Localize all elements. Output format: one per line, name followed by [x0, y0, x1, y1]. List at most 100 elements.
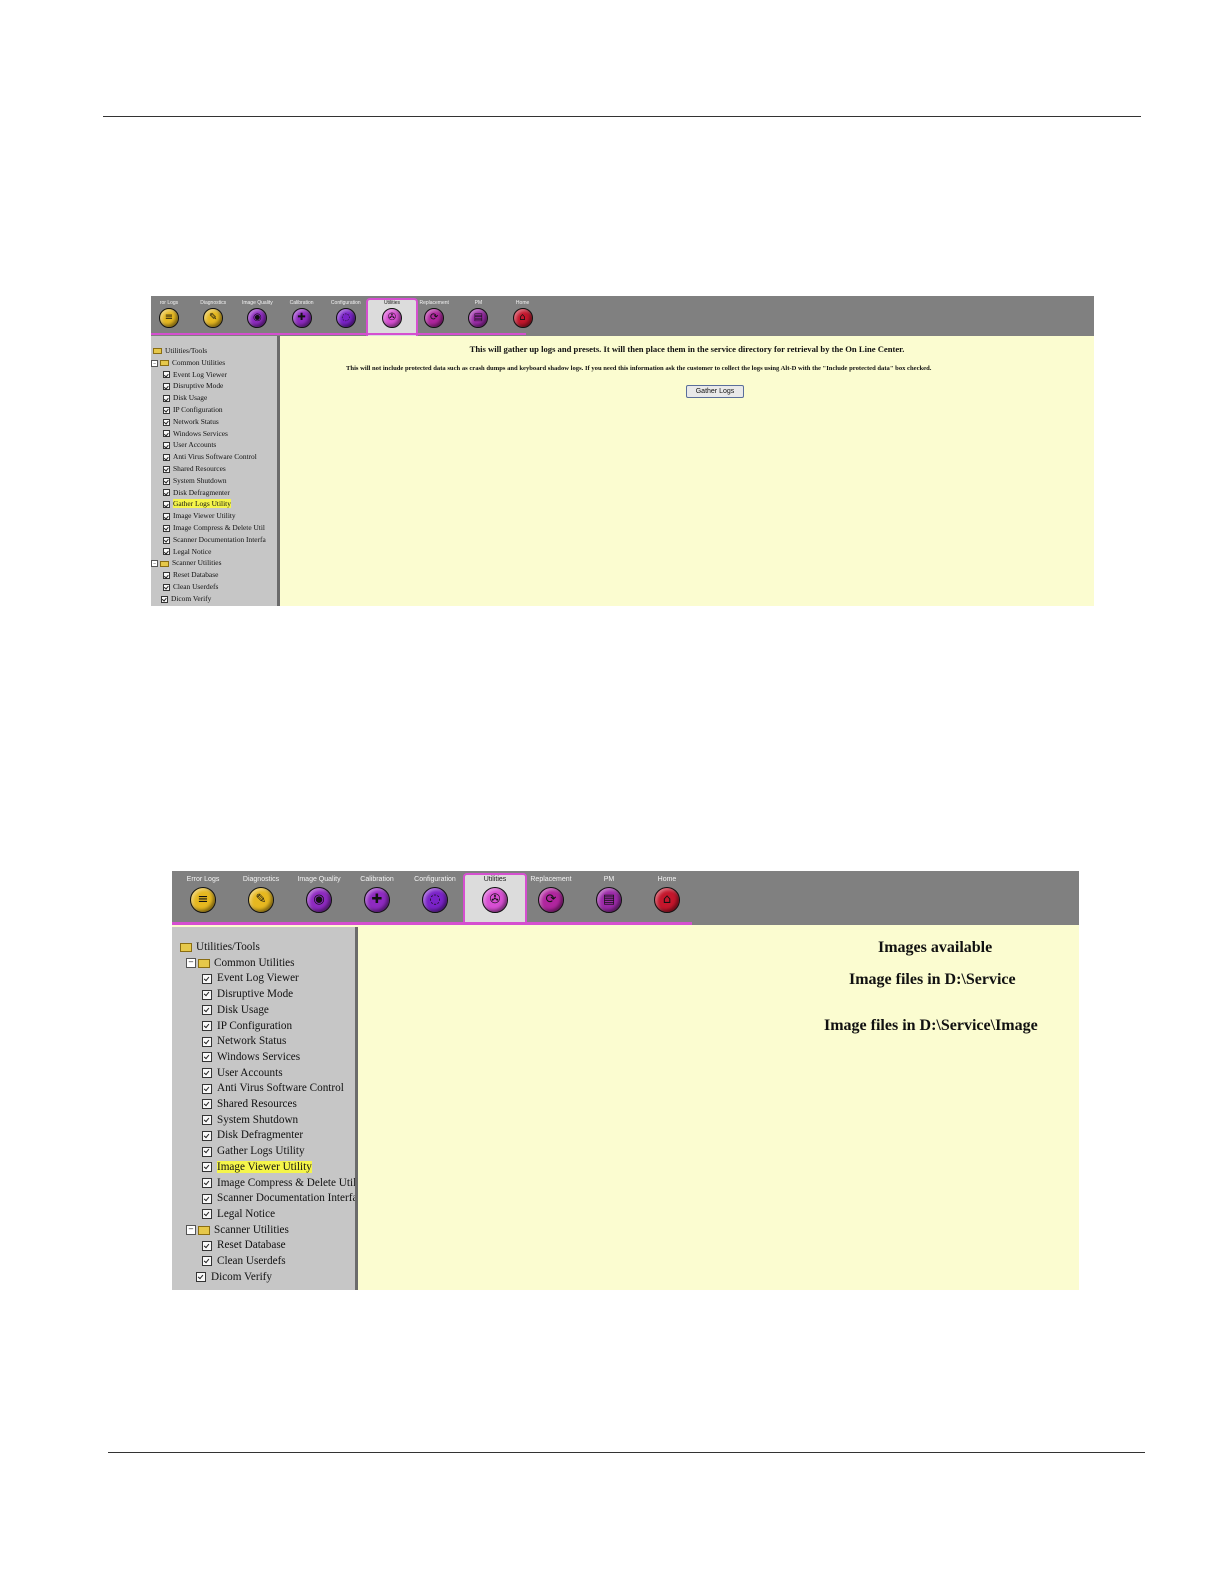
- tree-item-shared-resources[interactable]: Shared Resources: [202, 1098, 297, 1111]
- tab-pm[interactable]: PM ▤: [458, 300, 498, 334]
- tree-item-gather-logs-utility[interactable]: Gather Logs Utility: [202, 1145, 305, 1158]
- tab-calibration[interactable]: Calibration ✚: [351, 875, 403, 921]
- configuration-icon: ◌: [335, 308, 356, 328]
- tree-item-disk-usage[interactable]: Disk Usage: [202, 1004, 269, 1017]
- checkbox-icon: [202, 1083, 212, 1094]
- tab-label: Image Quality: [241, 300, 273, 306]
- checkbox-icon: [202, 1052, 212, 1063]
- tree-item-user-accounts[interactable]: User Accounts: [163, 440, 216, 449]
- tree-item-network-status[interactable]: Network Status: [163, 417, 219, 426]
- tab-label: Home: [657, 876, 677, 883]
- tree-item-system-shutdown[interactable]: System Shutdown: [163, 476, 227, 485]
- tree-root-utilities-tools[interactable]: Utilities/Tools: [153, 346, 207, 355]
- tab-calibration[interactable]: Calibration ✚: [282, 300, 322, 334]
- folder-icon: [153, 348, 162, 355]
- tree-item-disruptive-mode[interactable]: Disruptive Mode: [202, 988, 293, 1001]
- tree-item-label: IP Configuration: [217, 1019, 293, 1032]
- tab-image-quality[interactable]: Image Quality ◉: [237, 300, 277, 334]
- tree-item-anti-virus-software-control[interactable]: Anti Virus Software Control: [202, 1082, 344, 1095]
- list-icon: ≡: [190, 887, 216, 913]
- tree-item-dicom-verify[interactable]: Dicom Verify: [196, 1271, 272, 1284]
- tab-home[interactable]: Home ⌂: [503, 300, 543, 334]
- tree-item-user-accounts[interactable]: User Accounts: [202, 1067, 283, 1080]
- tab-label: Configuration: [414, 876, 456, 883]
- tree-item-event-log-viewer[interactable]: Event Log Viewer: [163, 370, 227, 379]
- tree-node-scanner-utilities[interactable]: − Scanner Utilities: [151, 558, 221, 567]
- tree-item-dicom-verify[interactable]: Dicom Verify: [161, 594, 211, 603]
- tab-label: Utilities: [383, 300, 401, 306]
- utilities-icon: ✇: [382, 308, 402, 328]
- tree-item-disk-usage[interactable]: Disk Usage: [163, 393, 207, 402]
- tab-utilities[interactable]: Utilities ✇: [366, 298, 418, 336]
- tree-item-label: Scanner Documentation Interfa: [217, 1192, 358, 1205]
- tab-label: Configuration: [330, 300, 361, 306]
- tab-label: Home: [515, 300, 530, 306]
- tab-configuration[interactable]: Configuration ◌: [326, 300, 366, 334]
- collapse-toggle-icon[interactable]: −: [186, 1225, 196, 1236]
- stethoscope-icon: ✎: [203, 308, 224, 328]
- tree-item-scanner-documentation-interfa[interactable]: Scanner Documentation Interfa: [202, 1192, 358, 1205]
- gather-logs-button[interactable]: Gather Logs: [686, 385, 744, 398]
- collapse-toggle-icon[interactable]: −: [186, 958, 196, 969]
- tree-item-image-compress-delete-util[interactable]: Image Compress & Delete Util: [163, 523, 265, 532]
- tree-item-reset-database[interactable]: Reset Database: [163, 570, 218, 579]
- tree-item-legal-notice[interactable]: Legal Notice: [202, 1208, 275, 1221]
- tree-item-disk-defragmenter[interactable]: Disk Defragmenter: [202, 1129, 303, 1142]
- tree-item-reset-database[interactable]: Reset Database: [202, 1239, 286, 1252]
- utilities-tree-panel: Utilities/Tools − Common Utilities Event Lo…: [172, 927, 358, 1290]
- collapse-toggle-icon[interactable]: −: [151, 359, 158, 367]
- tree-item-label: Image Viewer Utility: [173, 511, 236, 521]
- tree-node-common-utilities[interactable]: − Common Utilities: [186, 957, 295, 970]
- tree-item-windows-services[interactable]: Windows Services: [163, 429, 228, 438]
- tab-utilities[interactable]: Utilities ✇: [463, 873, 527, 923]
- tree-root-utilities-tools[interactable]: Utilities/Tools: [180, 941, 260, 954]
- tree-item-legal-notice[interactable]: Legal Notice: [163, 547, 211, 556]
- tab-pm[interactable]: PM ▤: [583, 875, 635, 921]
- header-rule: [103, 116, 1141, 117]
- checkbox-icon: [202, 989, 212, 1000]
- tree-item-network-status[interactable]: Network Status: [202, 1035, 286, 1048]
- tab-error-logs[interactable]: ror Logs ≡: [151, 300, 189, 334]
- tab-label: Calibration: [360, 876, 394, 883]
- tree-item-ip-configuration[interactable]: IP Configuration: [202, 1020, 292, 1033]
- checkbox-icon: [202, 1099, 212, 1110]
- tree-node-scanner-utilities[interactable]: − Scanner Utilities: [186, 1224, 289, 1237]
- tree-item-label: Image Compress & Delete Util: [217, 1176, 357, 1189]
- tab-configuration[interactable]: Configuration ◌: [409, 875, 461, 921]
- tree-item-clean-userdefs[interactable]: Clean Userdefs: [202, 1255, 286, 1268]
- collapse-toggle-icon[interactable]: −: [151, 560, 158, 568]
- tree-item-event-log-viewer[interactable]: Event Log Viewer: [202, 972, 299, 985]
- checkbox-icon: [202, 1020, 212, 1031]
- tree-item-image-compress-delete-util[interactable]: Image Compress & Delete Util: [202, 1176, 357, 1190]
- tab-diagnostics[interactable]: Diagnostics ✎: [193, 300, 233, 334]
- tree-item-clean-userdefs[interactable]: Clean Userdefs: [163, 582, 218, 591]
- folder-icon: [198, 958, 210, 968]
- tree-item-label: Reset Database: [173, 570, 219, 580]
- tree-item-disruptive-mode[interactable]: Disruptive Mode: [163, 381, 223, 390]
- tree-item-disk-defragmenter[interactable]: Disk Defragmenter: [163, 488, 230, 497]
- tree-item-image-viewer-utility[interactable]: Image Viewer Utility: [163, 511, 236, 520]
- checkbox-icon: [202, 1209, 212, 1220]
- tree-item-anti-virus-software-control[interactable]: Anti Virus Software Control: [163, 452, 257, 461]
- tree-item-ip-configuration[interactable]: IP Configuration: [163, 405, 223, 414]
- checkbox-icon: [202, 1068, 212, 1079]
- tab-replacement[interactable]: Replacement ⟳: [414, 300, 454, 334]
- tab-diagnostics[interactable]: Diagnostics ✎: [235, 875, 287, 921]
- tree-item-image-viewer-utility[interactable]: Image Viewer Utility: [202, 1160, 312, 1174]
- tab-home[interactable]: Home ⌂: [641, 875, 693, 921]
- tab-label: Error Logs: [186, 876, 220, 883]
- tab-image-quality[interactable]: Image Quality ◉: [293, 875, 345, 921]
- tab-error-logs[interactable]: Error Logs ≡: [177, 875, 229, 921]
- checkbox-icon: [202, 1005, 212, 1016]
- tree-item-gather-logs-utility[interactable]: Gather Logs Utility: [163, 499, 231, 509]
- tree-item-scanner-documentation-interfa[interactable]: Scanner Documentation Interfa: [163, 535, 266, 544]
- tree-item-label: Disk Defragmenter: [173, 487, 230, 497]
- checkbox-icon: [202, 1130, 212, 1141]
- tree-item-system-shutdown[interactable]: System Shutdown: [202, 1114, 298, 1127]
- tree-item-windows-services[interactable]: Windows Services: [202, 1051, 300, 1064]
- folder-icon: [160, 560, 169, 567]
- tree-item-shared-resources[interactable]: Shared Resources: [163, 464, 226, 473]
- tree-item-label: Anti Virus Software Control: [173, 452, 257, 462]
- tab-replacement[interactable]: Replacement ⟳: [525, 875, 577, 921]
- tree-node-common-utilities[interactable]: − Common Utilities: [151, 358, 225, 367]
